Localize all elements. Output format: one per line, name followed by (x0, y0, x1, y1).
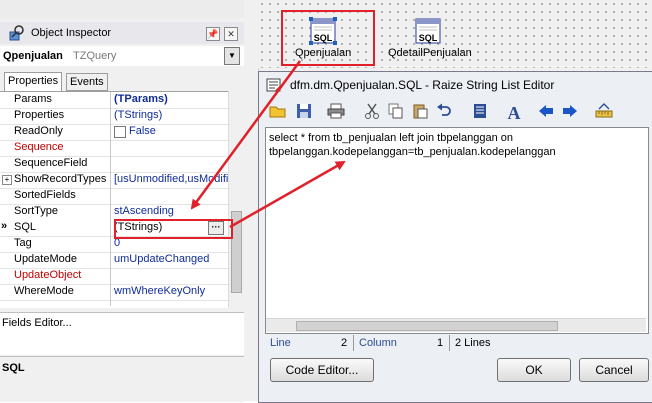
property-name: UpdateObject (14, 269, 82, 281)
property-row-properties[interactable]: Properties (TStrings) (0, 108, 228, 125)
property-row-updateobject[interactable]: UpdateObject (0, 268, 228, 285)
property-value[interactable]: stAscending (114, 205, 174, 217)
print-icon[interactable] (326, 103, 346, 123)
pin-icon[interactable]: 📌 (206, 27, 220, 41)
inspector-title-bar: Object Inspector 📌 ✕ (0, 22, 244, 44)
property-name: SortType (14, 205, 59, 217)
editor-window-icon (266, 77, 282, 93)
object-inspector-icon (8, 25, 24, 41)
property-name: SQL (14, 221, 37, 233)
dialog-title-bar[interactable]: dfm.dm.Qpenjualan.SQL - Raize String Lis… (260, 73, 650, 97)
line-count: 2 Lines (455, 337, 491, 349)
highlight-box-sql-property (114, 219, 233, 239)
selected-row-pointer-icon: » (1, 220, 8, 232)
line-label: Line (270, 337, 291, 349)
component-type: TZQuery (73, 50, 117, 62)
expand-icon[interactable]: + (2, 175, 12, 185)
code-editor-button[interactable]: Code Editor... (270, 358, 374, 382)
property-row-sequencefield[interactable]: SequenceField (0, 156, 228, 173)
ok-button[interactable]: OK (497, 358, 571, 382)
property-row-readonly[interactable]: ReadOnly False (0, 124, 228, 141)
grid-column-divider[interactable] (110, 92, 111, 306)
sql-text-editor[interactable]: select * from tb_penjualan left join tbp… (265, 127, 649, 334)
line-value: 2 (341, 337, 348, 349)
property-name: SequenceField (14, 157, 88, 169)
property-value[interactable]: [usUnmodified,usModifi (114, 173, 228, 185)
chevron-down-icon[interactable]: ▼ (224, 47, 240, 65)
fields-editor-link[interactable]: Fields Editor... (2, 317, 72, 329)
property-name: WhereMode (14, 285, 74, 297)
status-divider (449, 335, 450, 351)
property-name: SortedFields (14, 189, 76, 201)
property-row-showrecordtypes[interactable]: + ShowRecordTypes [usUnmodified,usModifi (0, 172, 228, 189)
editor-toolbar: A (264, 101, 648, 127)
property-name: Params (14, 93, 52, 105)
component-name: Qpenjualan (3, 50, 63, 62)
sql-icon-text: SQL (419, 33, 438, 43)
close-icon[interactable]: ✕ (224, 27, 238, 41)
inspector-top-strip (0, 0, 244, 18)
property-value[interactable]: False (129, 125, 156, 137)
paste-icon[interactable] (410, 103, 430, 123)
qdetailpenjualan-component[interactable]: SQL (414, 17, 442, 45)
editor-status-bar: Line 2 Column 1 2 Lines (265, 335, 647, 353)
column-label: Column (359, 337, 397, 349)
property-value[interactable]: (TStrings) (114, 109, 162, 121)
property-row-updatemode[interactable]: UpdateMode umUpdateChanged (0, 252, 228, 269)
status-divider (353, 335, 354, 351)
cut-icon[interactable] (362, 103, 382, 123)
selected-property-name: SQL (2, 362, 25, 374)
sql-line-1: select * from tb_penjualan left join tbp… (269, 132, 514, 144)
column-value: 1 (437, 337, 444, 349)
property-row-sequence[interactable]: Sequence (0, 140, 228, 157)
scrollbar-thumb[interactable] (296, 321, 558, 331)
property-grid: Params (TParams) Properties (TStrings) ReadO… (0, 91, 228, 308)
property-name: Sequence (14, 141, 64, 153)
open-folder-icon[interactable] (268, 103, 288, 123)
qdetailpenjualan-label: QdetailPenjualan (388, 47, 472, 59)
readonly-checkbox[interactable] (114, 126, 126, 138)
property-row-params[interactable]: Params (TParams) (0, 92, 228, 109)
save-icon[interactable] (294, 103, 314, 123)
font-icon[interactable]: A (504, 103, 524, 123)
property-grid-scrollbar[interactable] (228, 91, 243, 307)
tab-properties[interactable]: Properties (4, 72, 63, 91)
editor-horizontal-scrollbar[interactable] (266, 318, 646, 332)
undo-icon[interactable] (434, 103, 454, 123)
property-value[interactable]: (TParams) (114, 93, 168, 105)
property-row-wheremode[interactable]: WhereMode wmWhereKeyOnly (0, 284, 228, 301)
property-name: Tag (14, 237, 32, 249)
select-all-icon[interactable] (470, 103, 490, 123)
arrow-right-icon[interactable] (560, 103, 580, 123)
arrow-left-icon[interactable] (536, 103, 556, 123)
inspector-title: Object Inspector (31, 27, 112, 39)
property-name: Properties (14, 109, 65, 121)
sql-line-2: tbpelanggan.kodepelanggan=tb_penjualan.k… (269, 146, 556, 158)
property-value[interactable]: umUpdateChanged (114, 253, 209, 265)
ruler-icon[interactable] (594, 103, 614, 123)
cancel-button[interactable]: Cancel (579, 358, 649, 382)
designer-gutter (244, 0, 259, 401)
tab-events[interactable]: Events (66, 73, 108, 91)
copy-icon[interactable] (386, 103, 406, 123)
property-value[interactable]: wmWhereKeyOnly (114, 285, 205, 297)
dialog-title: dfm.dm.Qpenjualan.SQL - Raize String Lis… (290, 78, 555, 92)
property-name: ShowRecordTypes (14, 173, 107, 185)
property-help-panel (0, 356, 244, 402)
property-row-sortedfields[interactable]: SortedFields (0, 188, 228, 205)
property-name: UpdateMode (14, 253, 77, 265)
highlight-box-component (281, 10, 375, 66)
property-name: ReadOnly (14, 125, 63, 137)
